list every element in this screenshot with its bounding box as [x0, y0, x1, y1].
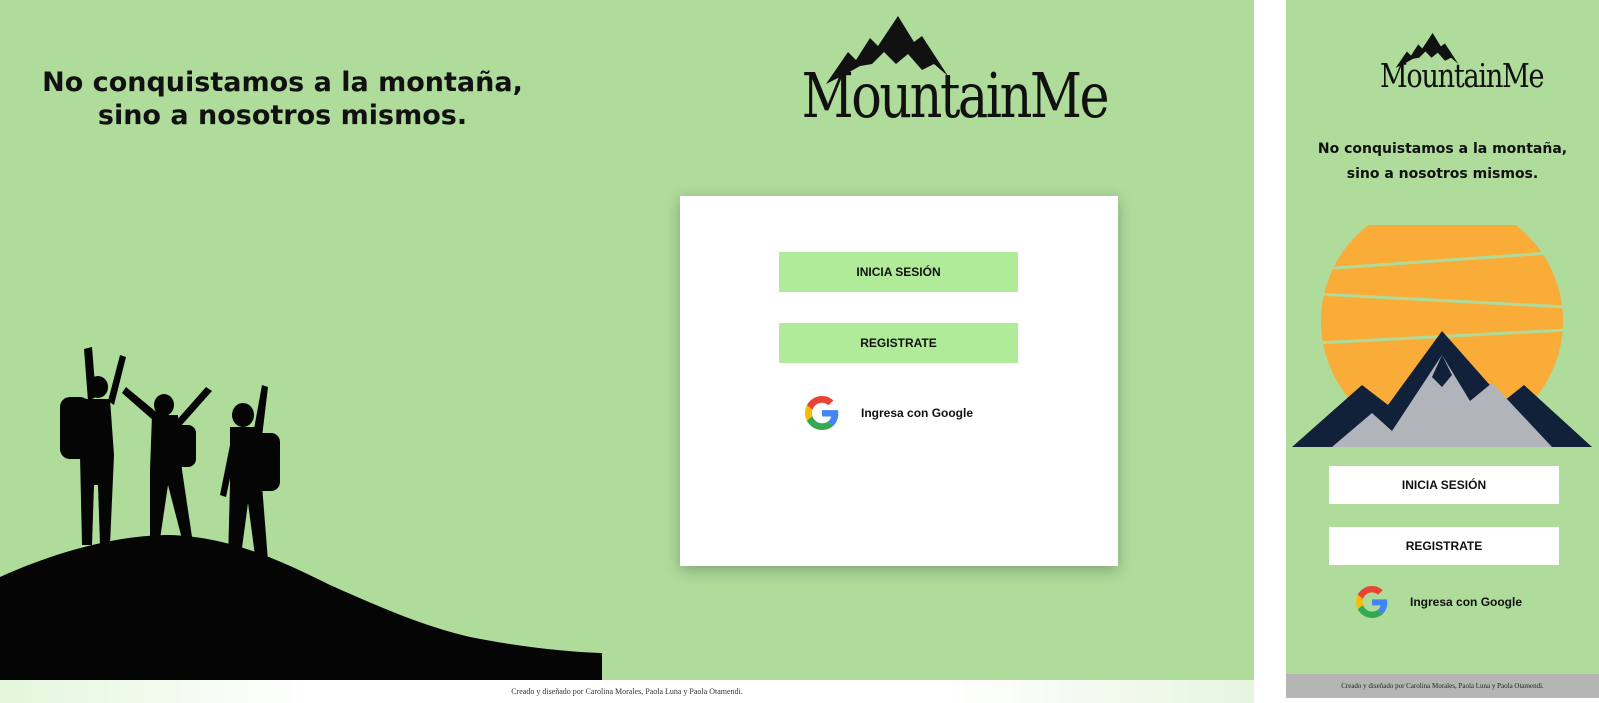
- mobile-brand-logo: MountainMe: [1366, 32, 1545, 96]
- slogan-line-1: No conquistamos a la montaña,: [42, 67, 523, 98]
- google-g-icon: [1356, 586, 1388, 618]
- brand-wordmark: MountainMe: [801, 59, 1110, 132]
- mobile-google-signin-button[interactable]: Ingresa con Google: [1356, 586, 1522, 618]
- google-g-icon: [805, 396, 839, 430]
- desktop-screen: No conquistamos a la montaña, sino a nos…: [0, 0, 1254, 703]
- auth-card: INICIA SESIÓN REGISTRATE Ingresa con Goo…: [680, 196, 1118, 566]
- login-button[interactable]: INICIA SESIÓN: [779, 252, 1018, 292]
- mobile-slogan-line-2: sino a nosotros mismos.: [1346, 166, 1539, 182]
- mobile-slogan-line-1: No conquistamos a la montaña,: [1317, 141, 1568, 157]
- hikers-silhouette-image: [0, 347, 602, 680]
- slogan-heading: No conquistamos a la montaña, sino a nos…: [20, 66, 545, 132]
- mobile-page-footer: Creado y diseñado por Carolina Morales, …: [1286, 674, 1599, 698]
- mobile-slogan-heading: No conquistamos a la montaña, sino a nos…: [1296, 137, 1589, 187]
- brand-logo: MountainMe: [776, 14, 1110, 134]
- mobile-register-button[interactable]: REGISTRATE: [1329, 527, 1559, 565]
- mobile-screen: MountainMe No conquistamos a la montaña,…: [1286, 0, 1599, 698]
- mobile-login-button[interactable]: INICIA SESIÓN: [1329, 466, 1559, 504]
- page-footer: Creado y diseñado por Carolina Morales, …: [0, 680, 1254, 703]
- mobile-brand-wordmark: MountainMe: [1379, 56, 1545, 95]
- sun-mountains-image: [1292, 225, 1592, 447]
- google-signin-label: Ingresa con Google: [861, 406, 974, 420]
- mobile-google-signin-label: Ingresa con Google: [1410, 595, 1523, 609]
- register-button[interactable]: REGISTRATE: [779, 323, 1018, 363]
- google-signin-button[interactable]: Ingresa con Google: [805, 396, 973, 430]
- slogan-line-2: sino a nosotros mismos.: [97, 100, 468, 131]
